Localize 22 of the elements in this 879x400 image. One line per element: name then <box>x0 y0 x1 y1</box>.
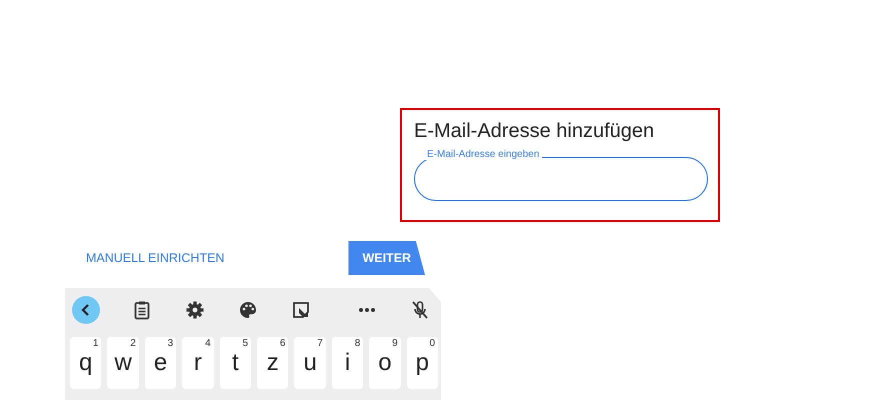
keyboard-key[interactable]: 4 r <box>182 337 214 389</box>
back-icon[interactable] <box>72 296 100 324</box>
keyboard-key[interactable]: 1 q <box>70 337 102 389</box>
mic-off-icon[interactable] <box>410 300 430 320</box>
more-icon[interactable] <box>357 307 377 313</box>
clipboard-icon[interactable] <box>132 300 152 320</box>
keyboard-key[interactable]: 5 t <box>220 337 252 389</box>
keyboard-key[interactable]: 6 z <box>257 337 288 389</box>
palette-icon[interactable] <box>238 300 258 320</box>
keyboard-key[interactable]: 7 u <box>294 337 326 389</box>
keyboard-key[interactable]: 8 i <box>332 337 364 389</box>
keyboard-key[interactable]: 0 p <box>406 337 438 389</box>
dialog-title: E-Mail-Adresse hinzufügen <box>414 120 656 143</box>
email-field[interactable]: E-Mail-Adresse eingeben <box>414 149 708 201</box>
keyboard-key[interactable]: 2 w <box>107 337 139 389</box>
settings-icon[interactable] <box>185 300 205 320</box>
field-label: E-Mail-Adresse eingeben <box>424 149 542 160</box>
setup-manually-button[interactable]: MANUELL EINRICHTEN <box>78 247 232 269</box>
keyboard-key[interactable]: 3 e <box>144 337 176 389</box>
next-button[interactable]: WEITER <box>348 241 426 275</box>
sticker-icon[interactable] <box>291 300 311 320</box>
keyboard-key[interactable]: 9 o <box>369 337 401 389</box>
